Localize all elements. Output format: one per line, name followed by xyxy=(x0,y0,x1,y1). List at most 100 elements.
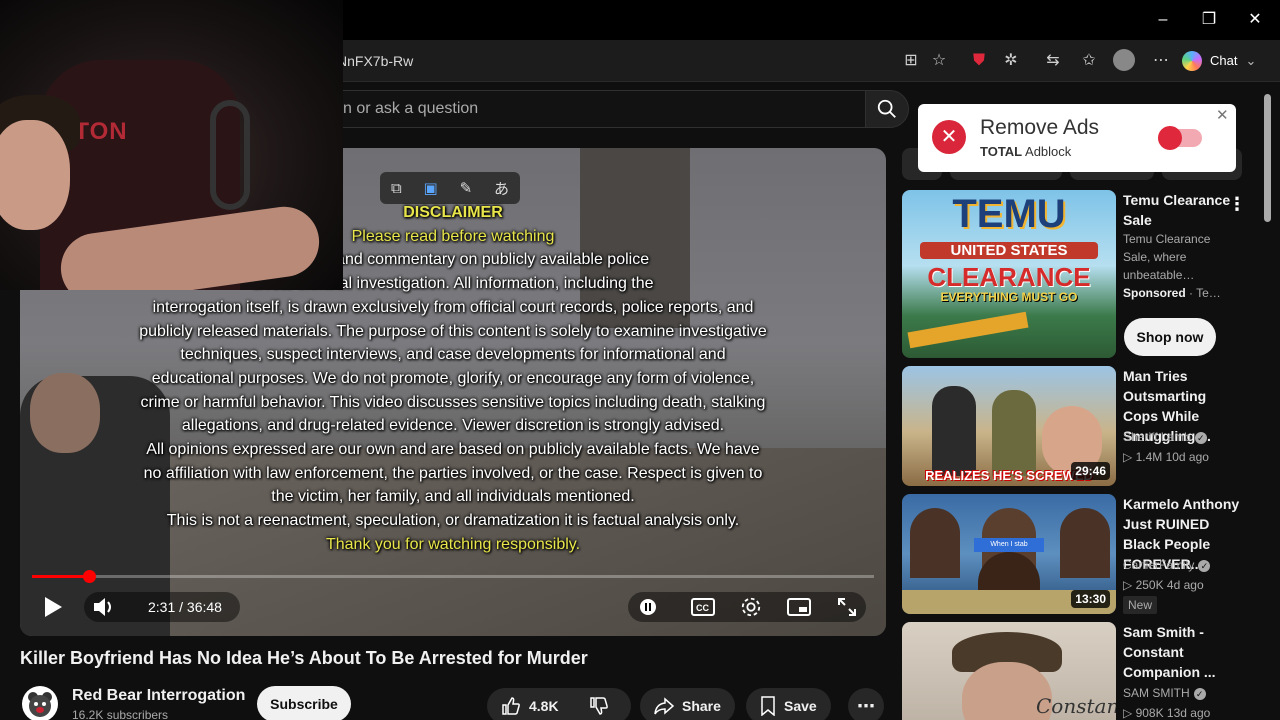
kebab-menu-icon[interactable]: ⋮ xyxy=(1228,194,1246,215)
thumb-figure xyxy=(910,508,960,578)
more-actions-button[interactable]: ⋯ xyxy=(848,688,884,720)
autoplay-toggle[interactable] xyxy=(636,592,660,622)
video-thumbnail[interactable]: REALIZES HE'S SCREWED 29:46 xyxy=(902,366,1116,486)
translate-icon[interactable]: あ xyxy=(494,178,509,199)
save-button[interactable]: Save xyxy=(746,688,831,720)
save-label: Save xyxy=(784,698,817,714)
adblock-close-button[interactable]: ✕ xyxy=(1216,106,1229,124)
miniplayer-button[interactable] xyxy=(786,592,812,622)
like-dislike-pill: 4.8K xyxy=(487,688,631,720)
more-menu-icon[interactable]: ⋯ xyxy=(1150,50,1172,72)
disclaimer-line: techniques, suspect interviews, and case… xyxy=(180,346,726,364)
new-badge: New xyxy=(1123,596,1158,614)
video-overlay-toolbar: ⧉ ▣ ✎ あ xyxy=(380,172,520,204)
channel-name[interactable]: Red Bear Interrogation xyxy=(72,687,245,705)
webcam-headset xyxy=(210,100,250,210)
thumb-figure xyxy=(1060,508,1110,578)
minimize-button[interactable]: – xyxy=(1140,8,1186,32)
webcam-face xyxy=(0,120,70,230)
adblock-brand: TOTAL Adblock xyxy=(980,144,1071,159)
miniplayer-icon xyxy=(787,598,811,616)
time-display: 2:31 / 36:48 xyxy=(148,599,222,615)
adblock-extension-icon[interactable]: ⛊ xyxy=(968,50,990,72)
thumbs-down-icon[interactable] xyxy=(589,696,609,716)
volume-icon[interactable] xyxy=(92,596,116,618)
copilot-icon xyxy=(1182,51,1202,71)
capture-icon[interactable]: ▣ xyxy=(424,179,438,197)
rec-channel-name: SAM SMITH xyxy=(1123,686,1190,700)
captions-icon: CC xyxy=(691,598,715,616)
like-count[interactable]: 4.8K xyxy=(529,698,559,714)
adblock-brand-rest: Adblock xyxy=(1022,144,1072,159)
video-thumbnail[interactable]: Constant xyxy=(902,622,1116,720)
verified-icon: ✓ xyxy=(1198,559,1211,572)
channel-avatar[interactable] xyxy=(22,686,58,720)
search-input[interactable]: n or ask a question xyxy=(330,90,865,128)
copilot-chat-button[interactable]: Chat ⌄ xyxy=(1182,48,1256,74)
rec-meta: ▷ 908K 13d ago xyxy=(1123,706,1211,720)
close-window-button[interactable]: ✕ xyxy=(1232,8,1278,32)
adblock-title: Remove Ads xyxy=(980,116,1100,139)
more-horizontal-icon: ⋯ xyxy=(857,695,875,716)
thumb-text-temu: TEMU xyxy=(952,192,1066,236)
thumb-figure xyxy=(932,386,976,476)
video-title: Killer Boyfriend Has No Idea He’s About … xyxy=(20,648,588,668)
rec-channel-name: Sheriff Lamb xyxy=(1123,430,1191,444)
recommendation-item[interactable]: REALIZES HE'S SCREWED 29:46 Man Tries Ou… xyxy=(902,366,1242,486)
share-button[interactable]: Share xyxy=(640,688,735,720)
restore-button[interactable]: ❐ xyxy=(1186,8,1232,32)
sponsored-thumbnail[interactable]: TEMU UNITED STATES CLEARANCE EVERYTHING … xyxy=(902,190,1116,358)
progress-track[interactable] xyxy=(32,575,874,578)
profile-avatar[interactable] xyxy=(1113,49,1135,71)
sponsored-description: Temu Clearance Sale, where unbeatable… xyxy=(1123,232,1211,282)
sponsored-title: Temu Clearance Sale xyxy=(1123,192,1231,228)
toggle-knob[interactable] xyxy=(1158,126,1182,150)
thumb-text-us: UNITED STATES xyxy=(920,242,1098,259)
video-thumbnail[interactable]: When I stab somebody I am going to... 13… xyxy=(902,494,1116,614)
share-label: Share xyxy=(682,698,721,714)
pause-icon xyxy=(640,599,656,615)
apps-icon[interactable]: ⊞ xyxy=(900,50,922,72)
extensions-icon[interactable]: ✲ xyxy=(1000,50,1022,72)
favorites-icon[interactable]: ✩ xyxy=(1078,50,1100,72)
settings-button[interactable] xyxy=(738,592,764,622)
advertiser: · Te… xyxy=(1185,286,1221,300)
bookmark-icon xyxy=(761,696,775,716)
search-button[interactable] xyxy=(865,90,909,128)
split-screen-icon[interactable]: ⇆ xyxy=(1042,50,1064,72)
verified-icon: ✓ xyxy=(1194,431,1207,444)
rec-channel[interactable]: Sheriff Lamb ✓ xyxy=(1123,428,1241,446)
disclaimer-line: allegations, and drug-related evidence. … xyxy=(181,417,725,435)
thumb-caption: When I stab somebody I am going to... xyxy=(974,538,1044,552)
duration-badge: 13:30 xyxy=(1071,590,1110,608)
recommendation-item[interactable]: Constant Sam Smith - Constant Companion … xyxy=(902,622,1242,720)
subscriber-count: 16.2K subscribers xyxy=(72,708,169,720)
recommendation-item[interactable]: When I stab somebody I am going to... 13… xyxy=(902,494,1242,614)
address-bar[interactable]: cNnFX7b-Rw xyxy=(330,47,890,75)
rec-channel[interactable]: SAM SMITH ✓ xyxy=(1123,684,1241,702)
play-button[interactable] xyxy=(38,592,68,622)
disclaimer-line: educational purposes. We do not promote,… xyxy=(151,369,755,387)
thumb-train xyxy=(907,311,1029,349)
sponsored-meta: Sponsored · Te… xyxy=(1123,284,1241,302)
pip-icon[interactable]: ⧉ xyxy=(391,180,402,197)
adblock-logo-icon: ✕ xyxy=(932,120,966,154)
rec-title: Sam Smith - Constant Companion ... xyxy=(1123,624,1216,680)
thumbs-up-icon[interactable] xyxy=(501,696,521,716)
fullscreen-button[interactable] xyxy=(834,592,860,622)
subscribe-button[interactable]: Subscribe xyxy=(257,686,351,720)
adblock-popup: ✕ Remove Ads TOTAL Adblock ✕ xyxy=(918,104,1236,172)
notes-icon[interactable]: ✎ xyxy=(460,179,473,197)
rec-channel[interactable]: CartierFamily ✓ xyxy=(1123,556,1241,574)
scrollbar-thumb[interactable] xyxy=(1264,94,1271,222)
captions-button[interactable]: CC xyxy=(690,592,716,622)
thumb-caption: Constant xyxy=(1036,694,1116,718)
thumb-figure xyxy=(992,390,1036,476)
progress-fill xyxy=(32,575,90,578)
disclaimer-line: publicly released materials. The purpose… xyxy=(139,322,767,340)
disclaimer-line: All opinions expressed are our own and a… xyxy=(146,441,760,458)
shop-now-button[interactable]: Shop now xyxy=(1124,318,1216,356)
favorite-star-icon[interactable]: ☆ xyxy=(928,50,950,72)
disclaimer-line: crime or harmful behavior. This video di… xyxy=(140,393,766,411)
expand-icon xyxy=(838,598,856,616)
